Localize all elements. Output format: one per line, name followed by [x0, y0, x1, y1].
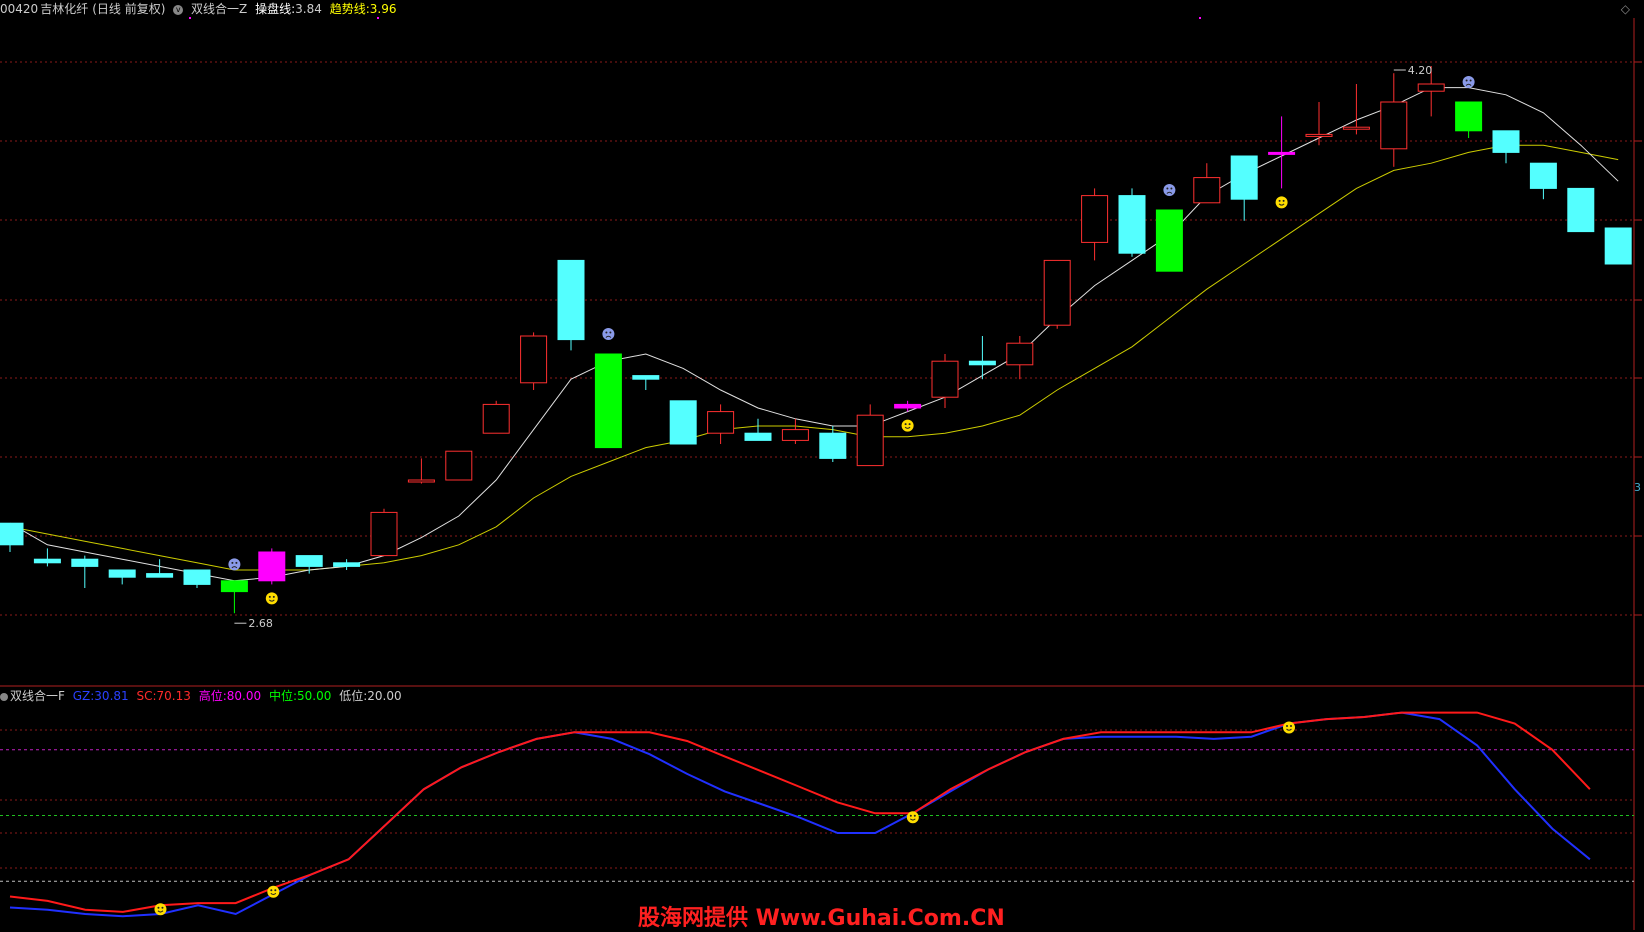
- high-level-label: 高位:: [198, 689, 227, 703]
- candle-body: [557, 259, 585, 341]
- candle-body: [1155, 209, 1183, 272]
- candle-body: [744, 432, 772, 441]
- candle-body: [1529, 162, 1557, 189]
- candle-body: [1268, 151, 1296, 155]
- candle-body: [1455, 101, 1483, 132]
- sell-frown-icon: [602, 328, 615, 340]
- buy-smiley-icon: [265, 592, 278, 605]
- candle-body: [669, 400, 697, 445]
- candle-body: [1305, 133, 1333, 137]
- gz-value: 30.81: [94, 689, 129, 703]
- candle-body: [1567, 187, 1595, 233]
- candle-body: [632, 375, 660, 380]
- candle-body: [1604, 227, 1632, 265]
- watermark: 股海网提供 Www.Guhai.Com.CN: [638, 906, 1005, 931]
- indicator-name[interactable]: 双线合一F: [10, 689, 65, 703]
- candle-body: [819, 432, 847, 459]
- candle-body: [1081, 195, 1109, 243]
- candle-body: [594, 353, 622, 449]
- mid-level-label: 中位:: [268, 689, 297, 703]
- candle-body: [108, 569, 136, 578]
- price-edge-marker: 3: [1634, 481, 1641, 494]
- candle-body: [0, 522, 24, 546]
- candle-body: [1230, 155, 1258, 200]
- candle-body: [333, 562, 361, 567]
- candle-body: [1118, 195, 1146, 254]
- buy-smiley-icon: [154, 903, 167, 916]
- candle-body: [781, 429, 809, 441]
- sell-frown-icon: [1462, 76, 1475, 88]
- indicator-settings-icon[interactable]: [0, 692, 8, 701]
- candle-body: [482, 403, 510, 434]
- high-price-label: 4.20: [1408, 64, 1433, 77]
- gz-series: [9, 711, 1591, 918]
- high-level-value: 80.00: [226, 689, 262, 703]
- top-marker-dot: [189, 17, 191, 19]
- candle-body: [1043, 259, 1071, 326]
- top-marker-dot: [1199, 17, 1201, 19]
- candle-body: [71, 558, 99, 567]
- candle-body: [258, 551, 286, 582]
- candle-body: [370, 511, 398, 557]
- low-level-value: 20.00: [367, 689, 402, 703]
- candle-body: [1417, 83, 1445, 92]
- buy-smiley-icon: [267, 885, 280, 898]
- candle-body: [1380, 101, 1408, 150]
- candle-body: [220, 580, 248, 593]
- low-level-label: 低位:: [339, 689, 368, 703]
- candle-body: [295, 555, 323, 567]
- mid-level-value: 50.00: [297, 689, 332, 703]
- sell-frown-icon: [228, 558, 241, 571]
- candle-body: [33, 558, 61, 564]
- candle-body: [707, 411, 735, 434]
- buy-smiley-icon: [906, 811, 919, 824]
- candle-body: [856, 414, 884, 467]
- buy-smiley-icon: [1275, 196, 1288, 209]
- candle-body: [445, 450, 473, 481]
- candle-body: [894, 403, 922, 409]
- gz-label: GZ:: [72, 689, 95, 703]
- sc-series: [9, 711, 1591, 913]
- buy-smiley-icon: [901, 419, 914, 432]
- top-marker-dot: [377, 17, 379, 19]
- sc-value: 70.13: [156, 689, 191, 703]
- candle-body: [1193, 177, 1221, 204]
- price-chart[interactable]: 2.68 4.20: [0, 0, 1644, 930]
- candle-body: [520, 335, 548, 384]
- low-price-label: 2.68: [248, 617, 273, 630]
- sell-frown-icon: [1163, 184, 1176, 196]
- candle-body: [1342, 126, 1370, 130]
- ops-line-series: [9, 87, 1619, 582]
- candle-body: [1492, 130, 1520, 153]
- trend-line-series: [9, 144, 1619, 571]
- buy-smiley-icon: [1282, 721, 1295, 734]
- candle-body: [931, 360, 959, 398]
- candle-body: [146, 573, 174, 578]
- candle-body: [183, 569, 211, 585]
- indicator-header: 双线合一F GZ:30.81 SC:70.13 高位:80.00 中位:50.0…: [0, 688, 1644, 704]
- candle-body: [407, 479, 435, 483]
- candle-body: [968, 360, 996, 366]
- sc-label: SC:: [136, 689, 157, 703]
- candle-body: [1006, 342, 1034, 366]
